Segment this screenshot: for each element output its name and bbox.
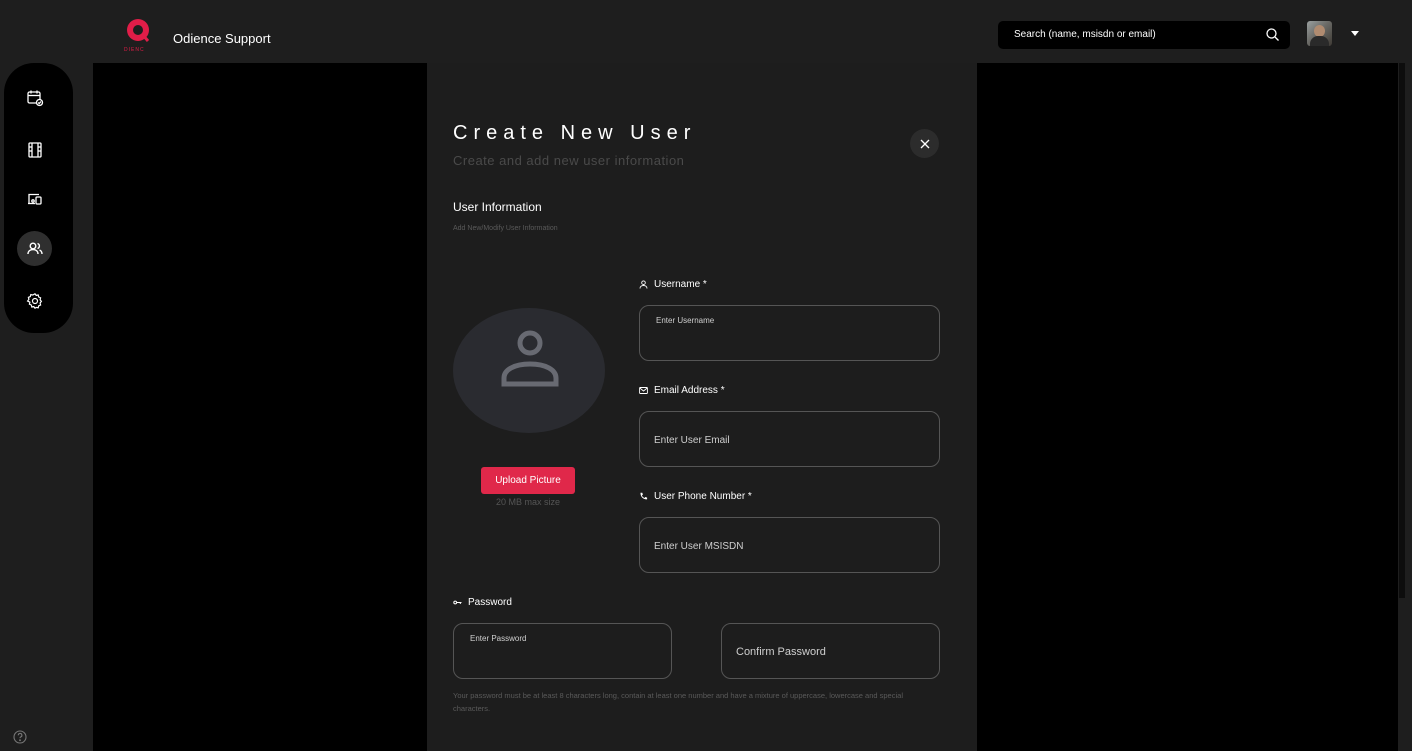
email-label-text: Email Address * — [654, 385, 725, 396]
top-bar: DIENC Odience Support Search (name, msis… — [93, 0, 1412, 63]
password-label-text: Password — [468, 597, 512, 608]
mail-icon — [639, 387, 648, 394]
section-title: User Information — [453, 200, 542, 214]
sidebar-item-users[interactable] — [17, 231, 52, 266]
confirm-password-placeholder: Confirm Password — [736, 646, 826, 658]
logo-subtext: DIENC — [124, 47, 145, 53]
sidebar-item-videos[interactable] — [17, 132, 52, 167]
email-field[interactable]: Enter User Email — [639, 411, 940, 467]
odience-logo[interactable] — [125, 18, 151, 44]
sidebar-item-settings[interactable] — [17, 283, 52, 318]
search-bar[interactable]: Search (name, msisdn or email) — [998, 21, 1290, 49]
user-avatar[interactable] — [1307, 21, 1332, 46]
phone-icon — [640, 492, 648, 500]
modal-subtitle: Create and add new user information — [453, 153, 685, 168]
left-rail — [0, 0, 93, 751]
sidebar-item-events[interactable] — [17, 80, 52, 115]
username-placeholder: Enter Username — [656, 316, 715, 325]
user-avatar-icon — [501, 330, 559, 387]
close-button[interactable] — [910, 129, 939, 158]
scrollbar-thumb[interactable] — [1399, 63, 1405, 598]
sidebar-item-devices[interactable] — [17, 181, 52, 216]
help-icon[interactable] — [12, 729, 28, 745]
email-label: Email Address * — [639, 385, 725, 396]
section-subtitle: Add New/Modify User Information — [453, 225, 558, 232]
password-placeholder: Enter Password — [470, 634, 527, 643]
close-icon — [920, 139, 929, 148]
modal-title: Create New User — [453, 122, 697, 144]
username-label-text: Username * — [654, 279, 707, 290]
devices-icon — [27, 193, 42, 205]
phone-label-text: User Phone Number * — [654, 491, 752, 502]
user-icon — [639, 280, 648, 289]
username-label: Username * — [639, 279, 707, 290]
password-requirements: Your password must be at least 8 charact… — [453, 691, 903, 713]
phone-label: User Phone Number * — [639, 491, 752, 502]
search-icon[interactable] — [1265, 27, 1280, 42]
upload-size-note: 20 MB max size — [495, 497, 561, 507]
calendar-check-icon — [26, 90, 43, 106]
email-placeholder: Enter User Email — [654, 435, 730, 446]
search-input[interactable]: Search (name, msisdn or email) — [1014, 29, 1156, 40]
upload-picture-button[interactable]: Upload Picture — [481, 467, 575, 494]
key-icon — [453, 600, 462, 605]
film-icon — [27, 141, 42, 158]
create-user-modal: Create New User Create and add new user … — [427, 63, 977, 751]
users-icon — [26, 242, 43, 254]
app-title: Odience Support — [173, 31, 271, 46]
password-label: Password — [453, 597, 512, 608]
chevron-down-icon[interactable] — [1351, 31, 1359, 36]
confirm-password-field[interactable]: Confirm Password — [721, 623, 940, 679]
password-field[interactable]: Enter Password — [453, 623, 672, 679]
gear-icon — [26, 292, 42, 309]
phone-field[interactable]: Enter User MSISDN — [639, 517, 940, 573]
username-field[interactable]: Enter Username — [639, 305, 940, 361]
phone-placeholder: Enter User MSISDN — [654, 541, 744, 552]
